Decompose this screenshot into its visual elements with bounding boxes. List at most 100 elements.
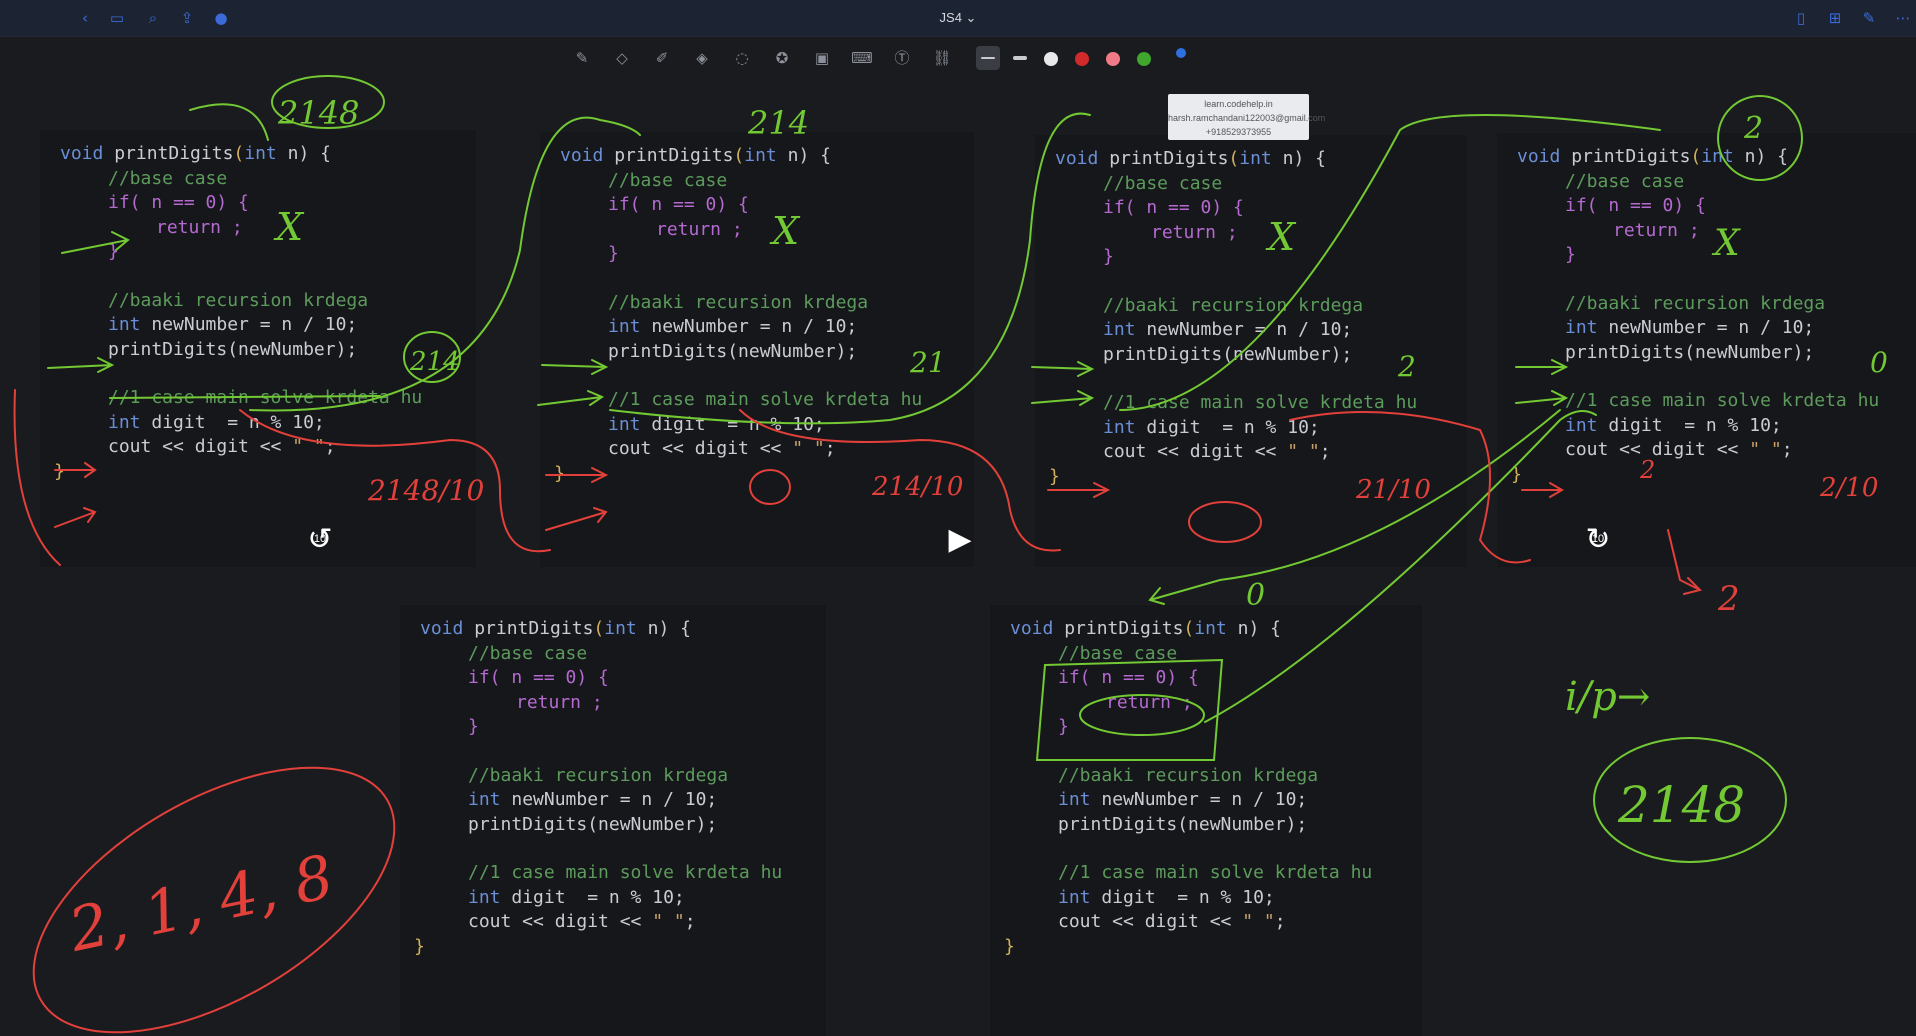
code-token: int [1565,415,1598,436]
newnumber-line: int newNumber = n / 10; [108,313,357,337]
code-token: if( n == 0) { [1565,195,1706,216]
return-line: return ; [156,216,243,240]
end-brace: } [554,462,565,486]
code-token: void [1055,148,1099,169]
code-token: } [554,463,565,484]
code-token: //1 case main solve krdeta hu [468,862,783,883]
rewind-10-button[interactable]: ↺ 10 [300,520,340,560]
code-token: } [608,243,619,264]
sticker-icon[interactable]: ✪ [770,46,794,70]
code-token: cout << digit << [1058,911,1243,932]
shapes-icon[interactable]: ◈ [690,46,714,70]
dot-stroke-button[interactable] [1044,52,1058,66]
code-token: //base case [1058,643,1178,664]
ink-p4-out: 2 [1717,579,1740,619]
if-line: if( n == 0) { [1565,194,1706,218]
code-token: if( n == 0) { [1058,667,1199,688]
signature-line: void printDigits(int n) { [560,144,831,168]
eraser-icon[interactable]: ◇ [610,46,634,70]
ink-io-label: i/p→ [1565,674,1650,720]
case-comment: //1 case main solve krdeta hu [1103,391,1417,415]
code-token: //1 case main solve krdeta hu [608,389,923,410]
code-token: digit = n % 10; [640,414,825,435]
code-token: " " [1749,439,1782,460]
bookmark-icon[interactable]: ▯ [1792,9,1810,27]
code-token: printDigits(newNumber); [468,814,718,835]
watermark-phone: +918529373955 [1205,127,1272,137]
case-comment: //1 case main solve krdeta hu [1565,389,1879,413]
cout-line: cout << digit << " "; [108,435,336,459]
code-token: int [608,414,641,435]
code-token: //1 case main solve krdeta hu [1565,390,1880,411]
code-token: int [1565,317,1598,338]
code-token: n) { [276,143,331,164]
end-brace: } [1004,935,1015,959]
keyboard-icon[interactable]: ⌨ [850,46,874,70]
code-panel: void printDigits(int n) {//base case if( … [1035,135,1467,567]
call-line: printDigits(newNumber); [1058,813,1307,837]
code-token: printDigits [103,143,234,164]
image-icon[interactable]: ▣ [810,46,834,70]
code-token: ( [1228,148,1240,169]
color-pink-swatch[interactable] [1106,52,1120,66]
code-token: printDigits(newNumber); [1103,344,1353,365]
link-icon[interactable]: ⛓ [930,46,954,70]
code-token: ; [824,438,836,459]
medium-stroke-button[interactable] [1013,56,1027,60]
code-token: return ; [1151,222,1238,243]
highlighter-icon[interactable]: ✐ [650,46,674,70]
code-token: } [54,461,65,482]
code-token: digit = n % 10; [1597,415,1782,436]
watermark: learn.codehelp.in harsh.ramchandani12200… [1168,94,1325,140]
add-page-icon[interactable]: ⊞ [1826,9,1844,27]
return-line: return ; [1106,691,1193,715]
code-token: n) { [636,618,691,639]
code-token: ; [1274,911,1286,932]
code-token: } [1004,936,1015,957]
color-green-swatch[interactable] [1137,52,1151,66]
color-red-swatch[interactable] [1075,52,1089,66]
call-line: printDigits(newNumber); [1103,343,1352,367]
code-token: ; [684,911,696,932]
if-line: if( n == 0) { [108,191,249,215]
code-token: printDigits(newNumber); [108,339,358,360]
text-icon[interactable]: Ⓣ [890,46,914,70]
code-token: if( n == 0) { [1103,197,1244,218]
base-comment: //base case [608,169,727,193]
code-token: int [108,412,141,433]
end-brace: } [414,935,425,959]
code-token: return ; [1613,220,1700,241]
code-token: void [1517,146,1561,167]
code-token: printDigits(newNumber); [608,341,858,362]
code-token: cout << digit << [108,436,293,457]
code-token: int [244,143,277,164]
ink-io-value: 2148 [1617,776,1745,834]
forward-10-button[interactable]: ↻ 10 [1578,520,1618,560]
signature-line: void printDigits(int n) { [1010,617,1281,641]
color-blue-swatch[interactable] [1176,48,1186,58]
ink-output: 2, 1, 4, 8 [62,842,339,966]
code-token: ; [1319,441,1331,462]
play-button[interactable]: ▶ [940,520,980,560]
code-token: } [1049,466,1060,487]
top-bar: ‹ ▭ ⌕ ⇪ ● JS4 ⌄ ▯ ⊞ ✎ ⋯ [0,0,1916,37]
recursion-comment: //baaki recursion krdega [1103,294,1363,318]
call-line: printDigits(newNumber); [108,338,357,362]
document-title[interactable]: JS4 ⌄ [0,10,1916,26]
code-token: //baaki recursion krdega [1565,293,1826,314]
more-icon[interactable]: ⋯ [1894,9,1912,27]
newnumber-line: int newNumber = n / 10; [1565,316,1814,340]
pen-mode-icon[interactable]: ✎ [1860,9,1878,27]
lasso-icon[interactable]: ◌ [730,46,754,70]
pen-icon[interactable]: ✎ [570,46,594,70]
code-token: ( [1690,146,1702,167]
cout-line: cout << digit << " "; [1058,910,1286,934]
recursion-comment: //baaki recursion krdega [1565,292,1825,316]
code-token: if( n == 0) { [108,192,249,213]
recursion-comment: //baaki recursion krdega [468,764,728,788]
code-token: return ; [516,692,603,713]
code-token: " " [1287,441,1320,462]
code-token: printDigits [1053,618,1184,639]
code-token: " " [792,438,825,459]
code-token: //base case [108,168,228,189]
